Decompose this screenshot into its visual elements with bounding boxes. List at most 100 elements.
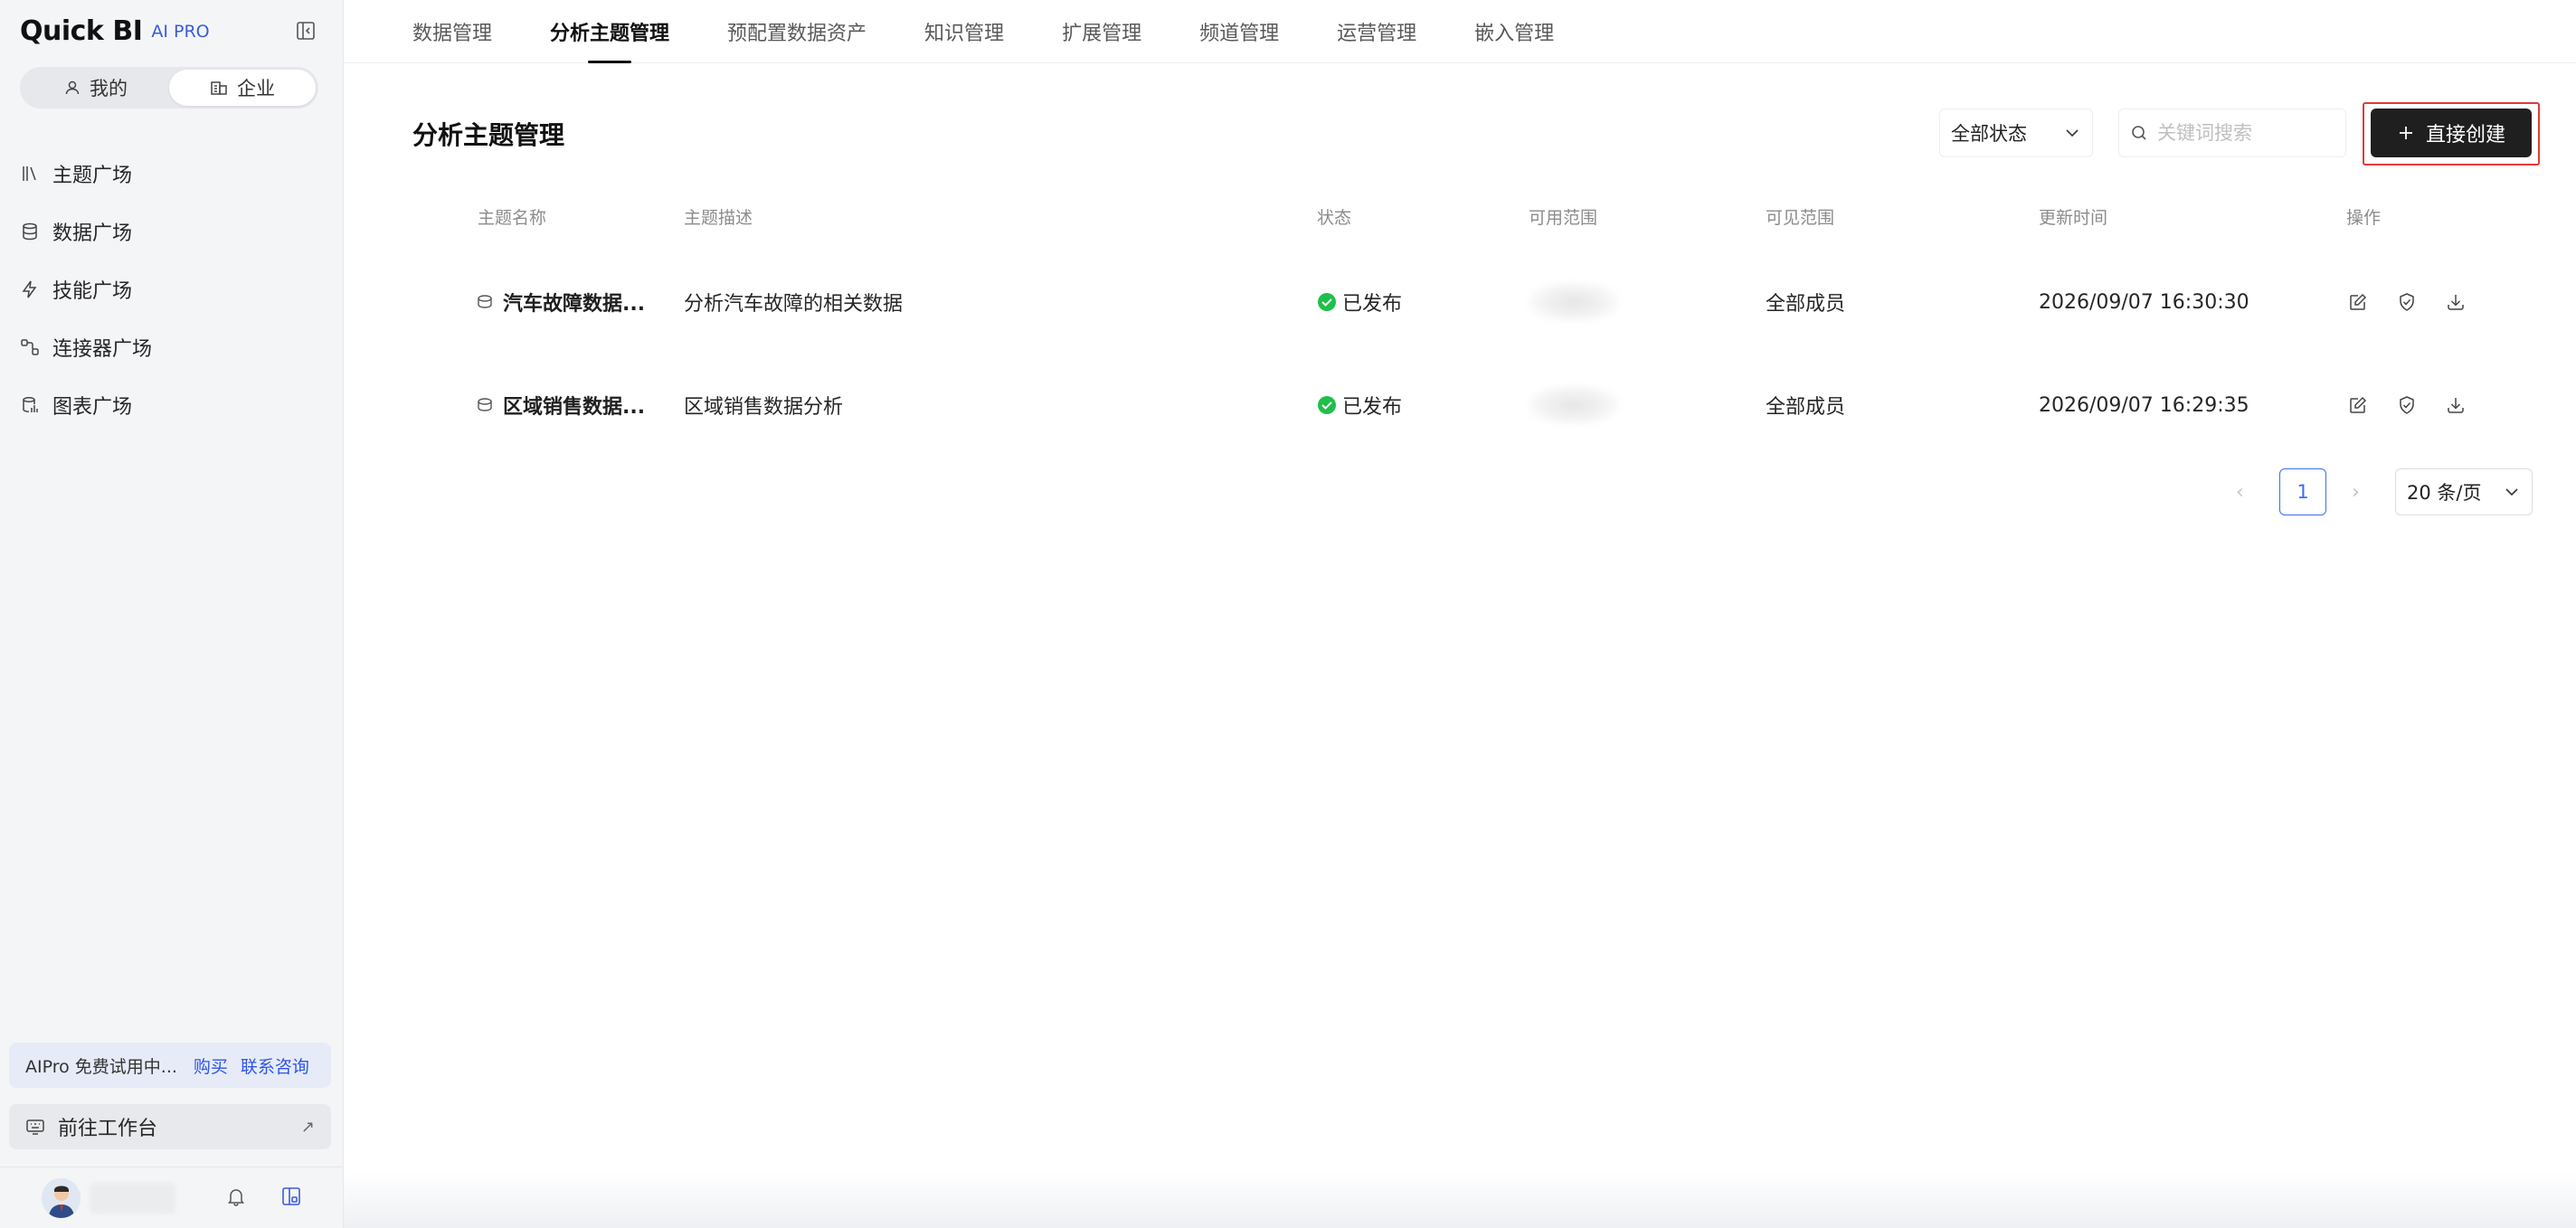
layout-switch-button[interactable] [280,1185,302,1211]
user-bar [0,1167,344,1228]
updated-time: 2026/09/07 16:29:35 [2039,393,2249,417]
notification-button[interactable] [226,1186,246,1210]
available-scope-redacted [1529,354,1619,457]
sidebar-collapse-icon [297,22,315,40]
sidebar-item-data-square[interactable]: 数据广场 [20,203,324,260]
database-icon [23,222,37,241]
user-icon [65,80,80,95]
column-header-status: 状态 [1317,208,1352,228]
pagination-next[interactable]: › [2352,481,2360,504]
chart-db-icon [23,397,38,412]
column-header-available-scope: 可用范围 [1529,208,1598,228]
dataset-icon [478,398,492,411]
tab-operations-management[interactable]: 运营管理 [1337,0,1416,63]
row-actions [2348,250,2466,354]
keyboard-icon [26,1119,44,1135]
scope-tab-enterprise[interactable]: 企业 [169,70,316,106]
scope-tab-label: 我的 [90,78,128,99]
tab-knowledge-management[interactable]: 知识管理 [924,0,1004,63]
column-header-name: 主题名称 [478,208,547,228]
tab-embed-management[interactable]: 嵌入管理 [1474,0,1554,63]
pagination-prev[interactable]: ‹ [2236,481,2244,504]
available-scope-redacted [1529,250,1619,354]
status-text: 已发布 [1342,293,1403,316]
books-icon [23,166,36,181]
sidebar-item-topic-square[interactable]: 主题广场 [20,145,324,203]
sidebar-item-skill-square[interactable]: 技能广场 [20,260,324,318]
sidebar-item-label: 技能广场 [52,280,133,303]
tab-list: 数据管理 分析主题管理 预配置数据资产 知识管理 扩展管理 频道管理 运营管理 … [412,0,1554,63]
pagination-page-1[interactable]: 1 [2279,468,2326,515]
sidebar-item-label: 图表广场 [52,396,133,419]
status-filter-value: 全部状态 [1951,123,2027,145]
sidebar-item-label: 主题广场 [52,165,133,187]
topic-description: 区域销售数据分析 [684,396,844,419]
topic-name: 汽车故障数据... [503,293,646,316]
avatar[interactable] [42,1177,80,1218]
page-size-select[interactable]: 20 条/页 [2395,468,2533,515]
status-badge: 已发布 [1317,354,1402,457]
tab-data-management[interactable]: 数据管理 [412,0,492,63]
trial-banner: AIPro 免费试用中... 购买 联系咨询 [9,1043,331,1088]
avatar-person-icon [42,1177,80,1218]
contact-link[interactable]: 联系咨询 [241,1053,309,1078]
search-input[interactable] [2157,122,2329,144]
download-icon[interactable] [2446,292,2466,312]
shield-check-icon[interactable] [2397,292,2417,312]
tab-preconfigured-assets[interactable]: 预配置数据资产 [727,0,867,63]
chevron-down-icon [2505,488,2518,496]
table-row[interactable]: 汽车故障数据... 分析汽车故障的相关数据 已发布 全部成员 2026/09/0… [470,250,2551,354]
workbench-label: 前往工作台 [58,1118,158,1140]
edit-icon[interactable] [2348,395,2368,415]
column-header-visible-scope: 可见范围 [1766,208,1835,228]
topic-name-cell[interactable]: 区域销售数据... [476,354,645,457]
tab-channel-management[interactable]: 频道管理 [1199,0,1279,63]
sidebar-item-chart-square[interactable]: 图表广场 [20,376,324,434]
tab-extension-management[interactable]: 扩展管理 [1062,0,1141,63]
search-box [2118,109,2346,157]
status-filter-select[interactable]: 全部状态 [1939,109,2093,157]
username-redacted [89,1182,175,1214]
download-icon[interactable] [2446,395,2466,415]
status-badge: 已发布 [1317,250,1402,354]
plus-icon [2399,127,2412,139]
logo-row: Quick BI AI PRO [20,13,324,49]
column-header-description: 主题描述 [684,208,753,228]
direct-create-button[interactable]: 直接创建 [2371,109,2532,157]
scope-tab-mine[interactable]: 我的 [23,70,169,106]
visible-scope: 全部成员 [1766,293,1846,316]
scope-switch: 我的 企业 [20,67,318,109]
tab-analysis-topic-management[interactable]: 分析主题管理 [550,0,669,63]
chevron-down-icon [2066,129,2079,137]
topic-name-cell[interactable]: 汽车故障数据... [476,250,645,354]
external-arrow-icon: ↗ [300,1117,315,1137]
edit-icon[interactable] [2348,292,2368,312]
sidebar-item-connector-square[interactable]: 连接器广场 [20,318,324,376]
sidebar-item-label: 数据广场 [52,222,133,245]
shield-check-icon[interactable] [2397,395,2417,415]
page-title: 分析主题管理 [412,120,565,150]
lightning-icon [22,280,37,298]
sidebar: Quick BI AI PRO 我的 企业 主题广场 数据广场 技能广场 连接器… [0,0,344,1228]
dataset-icon [478,295,492,308]
building-icon [211,81,227,95]
direct-create-label: 直接创建 [2425,124,2505,146]
column-header-updated-time: 更新时间 [2039,208,2108,228]
go-to-workbench-button[interactable]: 前往工作台 ↗ [9,1104,331,1149]
table-row[interactable]: 区域销售数据... 区域销售数据分析 已发布 全部成员 2026/09/07 1… [470,354,2551,457]
buy-link[interactable]: 购买 [194,1053,228,1078]
layout-grid-icon [282,1186,300,1205]
trial-text: AIPro 免费试用中... [25,1056,177,1077]
column-header-actions: 操作 [2346,208,2382,228]
check-circle-icon [1318,396,1336,414]
row-actions [2348,354,2466,457]
app-badge: AI PRO [151,22,210,42]
status-text: 已发布 [1342,396,1403,419]
bottom-fade [344,1172,2576,1228]
sidebar-collapse-button[interactable] [291,16,320,45]
visible-scope: 全部成员 [1766,396,1846,419]
topic-name: 区域销售数据... [503,396,646,419]
updated-time: 2026/09/07 16:30:30 [2039,290,2249,314]
sidebar-item-label: 连接器广场 [52,338,153,361]
topic-description: 分析汽车故障的相关数据 [684,293,904,316]
